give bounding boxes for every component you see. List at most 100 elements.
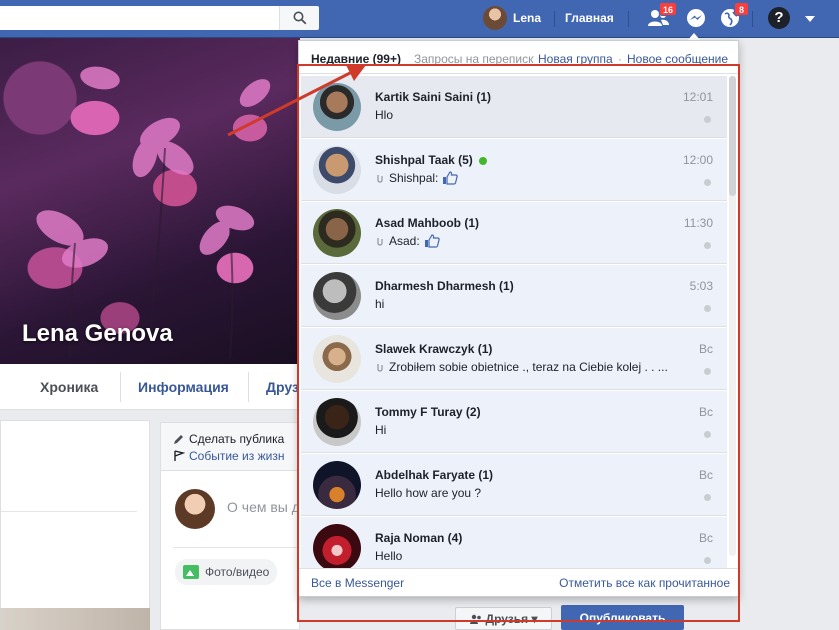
flag-icon [174, 450, 186, 461]
flowers-image [36, 66, 271, 359]
mark-read-dot[interactable] [704, 305, 711, 312]
search-button[interactable] [279, 6, 319, 30]
home-link[interactable]: Главная [565, 11, 614, 25]
conversation-time: 5:03 [689, 279, 713, 293]
conversation-name: Tommy F Turay (2) [375, 405, 481, 419]
audience-select[interactable]: Друзья ▾ [455, 607, 552, 630]
conversation-item[interactable]: Abdelhak Faryate (1) Hello how are you ?… [301, 454, 727, 516]
mark-read-dot[interactable] [704, 368, 711, 375]
conversation-name: Shishpal Taak (5) [375, 153, 487, 167]
post-text-input[interactable]: О чем вы д [227, 499, 300, 515]
conversation-name: Slawek Krawczyk (1) [375, 342, 493, 356]
conversation-snippet: Hlo [375, 108, 393, 122]
conversation-name: Dharmesh Dharmesh (1) [375, 279, 514, 293]
conversation-time: Вс [698, 342, 713, 356]
cover-photo[interactable] [0, 38, 300, 364]
divider [628, 11, 629, 27]
conversation-snippet: Hello how are you ? [375, 486, 481, 500]
conversation-item[interactable]: Raja Noman (4) Hello Вс [301, 517, 727, 568]
separator-dot: · [618, 52, 622, 66]
new-message-link[interactable]: Новое сообщение [627, 52, 728, 66]
tab-friends[interactable]: Друз [266, 364, 299, 410]
photo-thumbnail[interactable] [0, 608, 150, 630]
conversation-item[interactable]: Asad Mahboob (1) Asad: 11:30 [301, 202, 727, 264]
conversation-name: Raja Noman (4) [375, 531, 463, 545]
conversation-item[interactable]: Dharmesh Dharmesh (1) hi 5:03 [301, 265, 727, 327]
friend-requests-badge: 16 [658, 2, 677, 16]
conversation-time: Вс [698, 531, 713, 545]
snippet-text: Hlo [375, 108, 394, 122]
reply-icon [377, 238, 383, 246]
snippet-text: Zrobiłem sobie obietnice ., teraz na Cie… [389, 360, 668, 374]
online-status-icon [478, 156, 487, 165]
thumbs-up-icon [443, 171, 459, 185]
divider [752, 11, 753, 27]
tab-timeline[interactable]: Хроника [40, 364, 98, 410]
profile-tabs: Хроника Информация Друз [0, 364, 300, 410]
mark-all-read-link[interactable]: Отметить все как прочитанное [559, 576, 730, 590]
message-requests-tab[interactable]: Запросы на переписку [414, 52, 534, 66]
mark-read-dot[interactable] [704, 557, 711, 564]
avatar [313, 461, 361, 509]
reply-icon [377, 175, 383, 183]
conversation-name-text: Shishpal Taak (5) [375, 153, 473, 167]
divider [1, 511, 137, 512]
conversation-item[interactable]: Kartik Saini Saini (1) Hlo 12:01 [301, 76, 727, 138]
conversation-name: Kartik Saini Saini (1) [375, 90, 492, 104]
conversation-list[interactable]: Kartik Saini Saini (1) Hlo 12:01 Shishpa… [299, 74, 738, 568]
conversation-snippet: Hello [375, 549, 402, 563]
tab-about[interactable]: Информация [138, 364, 229, 410]
new-group-link[interactable]: Новая группа [538, 52, 613, 66]
photo-video-button[interactable]: Фото/видео [175, 559, 278, 585]
avatar [313, 146, 361, 194]
conversation-item[interactable]: Tommy F Turay (2) Hi Вс [301, 391, 727, 453]
notifications-button[interactable]: 8 [717, 2, 749, 31]
post-composer: Сделать публика Событие из жизн О чем вы… [160, 422, 301, 630]
conversation-time: 12:01 [682, 90, 713, 104]
see-all-in-messenger-link[interactable]: Все в Messenger [311, 576, 404, 590]
messenger-button[interactable] [683, 5, 709, 31]
account-menu-caret-icon[interactable] [805, 16, 815, 22]
conversation-name: Asad Mahboob (1) [375, 216, 479, 230]
mark-read-dot[interactable] [704, 116, 711, 123]
divider [554, 11, 555, 27]
photo-video-label: Фото/видео [205, 565, 270, 579]
recent-tab[interactable]: Недавние (99+) [311, 52, 401, 66]
conversation-snippet: Shishpal: [375, 171, 459, 185]
publish-button[interactable]: Опубликовать [561, 605, 684, 630]
reply-icon [377, 364, 383, 372]
friends-icon [469, 614, 481, 624]
life-event-tab[interactable]: Событие из жизн [173, 449, 284, 463]
make-post-tab[interactable]: Сделать публика [173, 432, 284, 446]
messenger-icon [687, 9, 705, 27]
avatar [313, 272, 361, 320]
scrollbar-thumb[interactable] [729, 76, 736, 196]
search-input[interactable] [0, 6, 279, 30]
mark-read-dot[interactable] [704, 242, 711, 249]
mark-read-dot[interactable] [704, 494, 711, 501]
conversation-name: Abdelhak Faryate (1) [375, 468, 494, 482]
audience-label: Друзья ▾ [485, 611, 538, 626]
mark-read-dot[interactable] [704, 179, 711, 186]
friend-requests-button[interactable]: 16 [645, 2, 677, 31]
avatar [313, 524, 361, 568]
snippet-text: Hi [375, 423, 387, 437]
photo-icon [183, 565, 199, 579]
snippet-text: hi [375, 297, 385, 311]
profile-link[interactable]: Lena [483, 6, 541, 30]
scrollbar[interactable] [729, 76, 736, 556]
notifications-badge: 8 [734, 2, 749, 16]
help-icon[interactable]: ? [768, 7, 790, 29]
messenger-dropdown: Недавние (99+) Запросы на переписку Нова… [298, 40, 739, 597]
avatar [313, 83, 361, 131]
conversation-item[interactable]: Shishpal Taak (5) Shishpal: 12:00 [301, 139, 727, 201]
conversation-item[interactable]: Slawek Krawczyk (1) Zrobiłem sobie obiet… [301, 328, 727, 390]
conversation-snippet: Asad: [375, 234, 440, 248]
messenger-dropdown-header: Недавние (99+) Запросы на переписку Нова… [299, 41, 738, 74]
pencil-icon [174, 435, 183, 444]
avatar [483, 6, 507, 30]
divider [248, 372, 249, 402]
top-navigation-bar: Lena Главная 16 8 ? [0, 0, 839, 38]
mark-read-dot[interactable] [704, 431, 711, 438]
search-icon [293, 11, 306, 25]
